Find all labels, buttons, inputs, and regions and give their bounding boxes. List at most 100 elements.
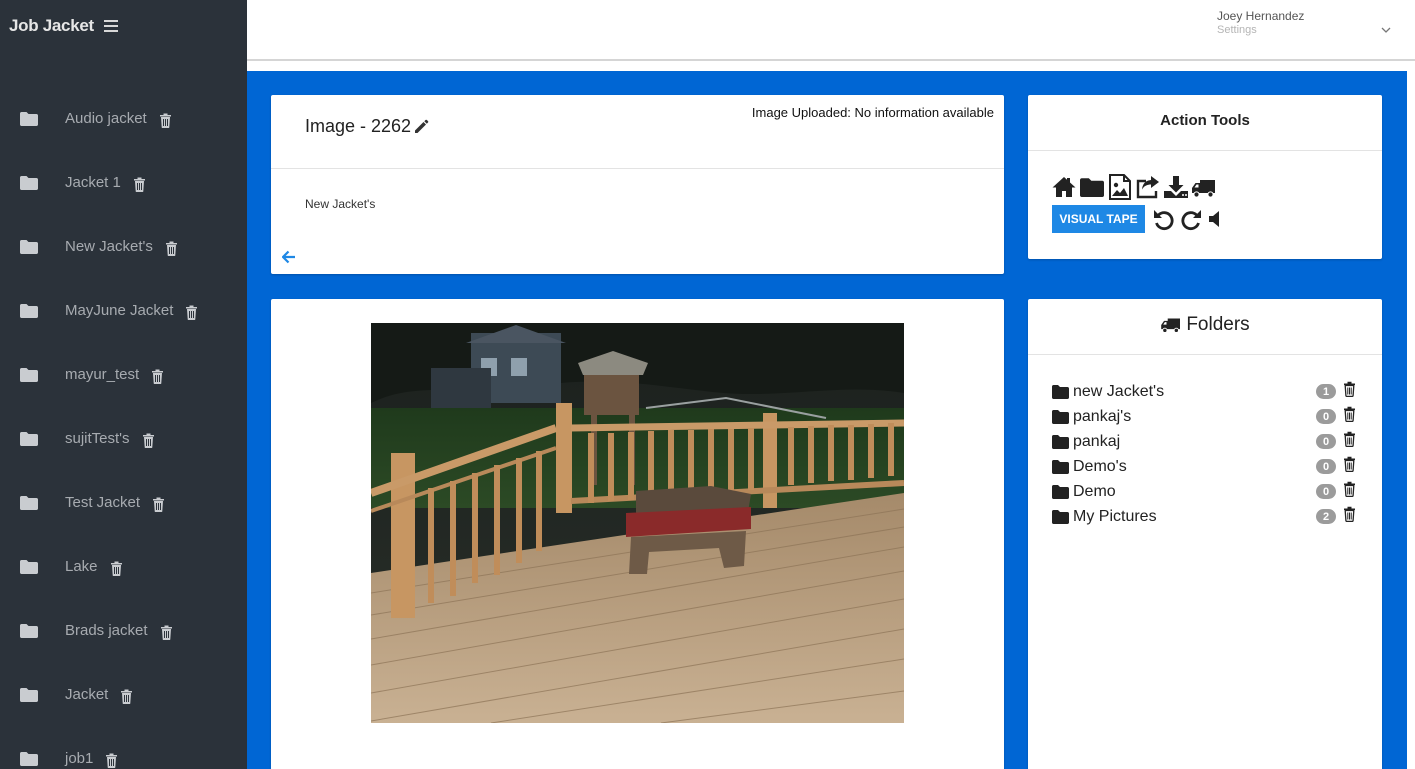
pencil-icon[interactable] — [413, 119, 429, 135]
folders-title: Folders — [1186, 314, 1250, 335]
image-header-card: Image - 2262 Image Uploaded: No informat… — [271, 95, 1004, 274]
jacket-name: New Jacket's — [305, 197, 376, 211]
count-badge: 0 — [1316, 434, 1336, 449]
trash-icon[interactable] — [120, 689, 133, 704]
tool-row: VISUAL TAPE — [1052, 205, 1230, 233]
trash-icon[interactable] — [142, 433, 155, 448]
redo-icon[interactable] — [1179, 207, 1203, 231]
folder-icon — [20, 624, 38, 638]
sidebar-item[interactable]: Brads jacket — [0, 600, 247, 664]
folder-icon — [1052, 409, 1069, 424]
upload-info: Image Uploaded: No information available — [751, 105, 994, 120]
visual-tape-button[interactable]: VISUAL TAPE — [1052, 205, 1145, 233]
trash-icon[interactable] — [1343, 406, 1356, 422]
count-badge: 2 — [1316, 509, 1336, 524]
folders-card: Folders new Jacket's 1 pankaj's 0 pankaj… — [1028, 299, 1382, 769]
user-menu[interactable]: Joey Hernandez Settings — [1217, 9, 1397, 43]
folder-icon — [20, 112, 38, 126]
folder-icon — [1052, 509, 1069, 524]
sidebar-item-label: Test Jacket — [65, 494, 141, 511]
count-badge: 1 — [1316, 384, 1336, 399]
trash-icon[interactable] — [1343, 481, 1356, 497]
sidebar-item-label: New Jacket's — [65, 238, 153, 255]
folder-item[interactable]: pankaj's 0 — [1052, 404, 1358, 429]
folders-title-row: Folders — [1028, 314, 1382, 336]
sidebar-item-label: Lake — [65, 558, 98, 575]
sidebar-item-label: Jacket 1 — [65, 174, 121, 191]
folder-icon — [20, 368, 38, 382]
sidebar-item-label: Brads jacket — [65, 622, 148, 639]
folder-icon — [20, 752, 38, 766]
folder-icon — [1052, 459, 1069, 474]
sidebar-item[interactable]: mayur_test — [0, 344, 247, 408]
trash-icon[interactable] — [1343, 506, 1356, 522]
sidebar-item[interactable]: Jacket — [0, 664, 247, 728]
download-icon[interactable] — [1163, 174, 1189, 200]
image-viewer-card — [271, 299, 1004, 769]
folder-item[interactable]: new Jacket's 1 — [1052, 379, 1358, 404]
truck-icon[interactable] — [1191, 174, 1217, 200]
divider — [1028, 150, 1382, 151]
undo-icon[interactable] — [1152, 207, 1176, 231]
image-icon[interactable] — [1107, 174, 1133, 200]
top-bar: Joey Hernandez Settings — [247, 0, 1415, 61]
sidebar-item-label: job1 — [65, 750, 94, 767]
sidebar-item[interactable]: Audio jacket — [0, 88, 247, 152]
folder-item[interactable]: Demo 0 — [1052, 479, 1358, 504]
trash-icon[interactable] — [151, 369, 164, 384]
folder-icon — [20, 176, 38, 190]
folder-name: Demo's — [1073, 457, 1127, 475]
folder-name: Demo — [1073, 482, 1116, 500]
trash-icon[interactable] — [105, 753, 118, 768]
sidebar-item-label: sujitTest's — [65, 430, 130, 447]
brand-title: Job Jacket — [9, 16, 94, 35]
folder-name: pankaj — [1073, 432, 1121, 450]
folder-icon — [20, 432, 38, 446]
trash-icon[interactable] — [160, 625, 173, 640]
trash-icon[interactable] — [1343, 381, 1356, 397]
sidebar-item[interactable]: New Jacket's — [0, 216, 247, 280]
folder-item[interactable]: Demo's 0 — [1052, 454, 1358, 479]
folder-icon — [20, 240, 38, 254]
volume-icon[interactable] — [1206, 207, 1230, 231]
back-arrow-icon[interactable] — [282, 250, 296, 264]
action-tools-title: Action Tools — [1160, 112, 1250, 129]
hamburger-menu-icon[interactable] — [104, 20, 118, 32]
user-name: Joey Hernandez — [1217, 9, 1305, 23]
trash-icon[interactable] — [152, 497, 165, 512]
trash-icon[interactable] — [133, 177, 146, 192]
sidebar-item[interactable]: Jacket 1 — [0, 152, 247, 216]
truck-icon — [1161, 318, 1181, 333]
trash-icon[interactable] — [1343, 431, 1356, 447]
sidebar-item[interactable]: Test Jacket — [0, 472, 247, 536]
main-content: Image - 2262 Image Uploaded: No informat… — [247, 71, 1407, 769]
image-title-row: Image - 2262 — [305, 116, 429, 137]
trash-icon[interactable] — [110, 561, 123, 576]
count-badge: 0 — [1316, 459, 1336, 474]
divider — [1028, 354, 1382, 355]
sidebar-item[interactable]: Lake — [0, 536, 247, 600]
trash-icon[interactable] — [165, 241, 178, 256]
trash-icon[interactable] — [185, 305, 198, 320]
sidebar-item[interactable]: MayJune Jacket — [0, 280, 247, 344]
divider — [271, 168, 1004, 169]
image-title: Image - 2262 — [305, 116, 412, 136]
folder-icon — [20, 496, 38, 510]
folder-item[interactable]: pankaj 0 — [1052, 429, 1358, 454]
chevron-down-icon — [1381, 27, 1391, 33]
trash-icon[interactable] — [1343, 456, 1356, 472]
folder-icon[interactable] — [1079, 174, 1105, 200]
user-settings-label: Settings — [1217, 24, 1257, 36]
folder-icon — [20, 560, 38, 574]
trash-icon[interactable] — [159, 113, 172, 128]
sidebar-item[interactable]: sujitTest's — [0, 408, 247, 472]
home-icon[interactable] — [1051, 174, 1077, 200]
sidebar-item-label: MayJune Jacket — [65, 302, 174, 319]
folder-item[interactable]: My Pictures 2 — [1052, 504, 1358, 529]
tool-row — [1051, 174, 1219, 200]
sidebar-list: Audio jacket Jacket 1 New Jacket's MayJu… — [0, 88, 247, 769]
share-icon[interactable] — [1135, 174, 1161, 200]
action-tools-card: Action Tools VISUAL TAPE — [1028, 95, 1382, 259]
count-badge: 0 — [1316, 484, 1336, 499]
sidebar-item[interactable]: job1 — [0, 728, 247, 769]
